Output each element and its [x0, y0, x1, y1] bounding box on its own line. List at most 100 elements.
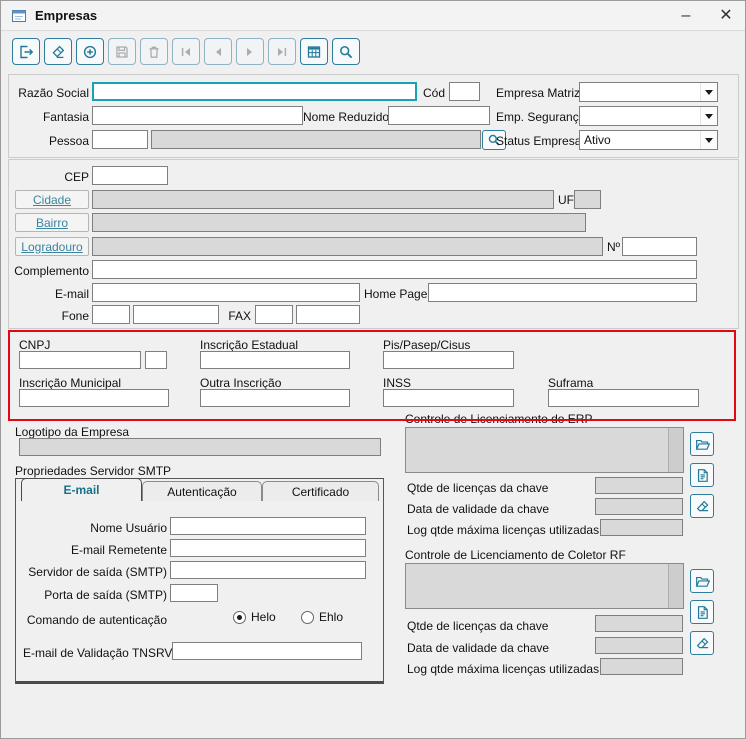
fone-numero-input[interactable] — [133, 305, 219, 324]
nome-usuario-label: Nome Usuário — [90, 521, 167, 535]
window-icon — [12, 9, 26, 22]
outra-inscricao-input[interactable] — [200, 389, 350, 407]
servidor-saida-label: Servidor de saída (SMTP) — [28, 565, 167, 579]
complemento-label: Complemento — [14, 264, 89, 278]
fax-label: FAX — [228, 309, 251, 323]
previous-icon — [216, 47, 221, 56]
trash-icon — [149, 46, 159, 58]
search-icon — [340, 45, 353, 58]
inss-input[interactable] — [383, 389, 514, 407]
rf-validade-field — [595, 637, 683, 654]
erp-qtde-label: Qtde de licenças da chave — [407, 481, 549, 495]
close-button[interactable]: ✕ — [717, 1, 735, 31]
pessoa-nome-field — [151, 130, 481, 149]
homepage-input[interactable] — [428, 283, 697, 302]
bairro-field — [92, 213, 586, 232]
bairro-lookup-button[interactable]: Bairro — [15, 213, 89, 232]
rf-open-file-button[interactable] — [690, 569, 714, 593]
radio-unselected-icon — [301, 610, 314, 624]
exit-button[interactable] — [12, 38, 40, 65]
minimize-button[interactable]: – — [677, 1, 695, 31]
email-remetente-input[interactable] — [170, 539, 366, 557]
pis-input[interactable] — [383, 351, 514, 369]
erp-clear-license-button[interactable] — [690, 494, 714, 518]
nome-reduzido-input[interactable] — [388, 106, 490, 125]
save-icon — [116, 45, 128, 58]
tab-certificado[interactable]: Certificado — [262, 481, 379, 501]
rf-license-key-box — [405, 563, 684, 609]
first-record-button[interactable] — [172, 38, 200, 65]
rf-validade-label: Data de validade da chave — [407, 641, 550, 655]
add-button[interactable] — [76, 38, 104, 65]
toolbar — [12, 38, 360, 65]
tab-email[interactable]: E-mail — [21, 478, 142, 501]
nome-usuario-input[interactable] — [170, 517, 366, 535]
email-input[interactable] — [92, 283, 360, 302]
email-validacao-input[interactable] — [172, 642, 362, 660]
next-icon — [247, 47, 252, 56]
title-bar: Empresas – ✕ — [1, 1, 745, 31]
razao-social-input[interactable] — [92, 82, 417, 101]
empresa-matriz-select[interactable] — [579, 82, 718, 102]
cep-label: CEP — [64, 170, 89, 184]
fone-label: Fone — [61, 309, 89, 323]
pessoa-codigo-input[interactable] — [92, 130, 148, 149]
fantasia-input[interactable] — [92, 106, 303, 125]
delete-button[interactable] — [140, 38, 168, 65]
cidade-field — [92, 190, 554, 209]
eraser-icon — [696, 500, 708, 511]
cnpj-digit-input[interactable] — [145, 351, 167, 369]
cidade-lookup-button[interactable]: Cidade — [15, 190, 89, 209]
folder-open-icon — [695, 576, 710, 587]
suframa-input[interactable] — [548, 389, 699, 407]
fone-ddd-input[interactable] — [92, 305, 130, 324]
grid-view-button[interactable] — [300, 38, 328, 65]
inscricao-municipal-input[interactable] — [19, 389, 169, 407]
inscricao-estadual-input[interactable] — [200, 351, 350, 369]
cnpj-input[interactable] — [19, 351, 141, 369]
uf-label: UF — [558, 193, 574, 207]
search-button[interactable] — [332, 38, 360, 65]
cod-input[interactable] — [449, 82, 480, 101]
rf-qtde-field — [595, 615, 683, 632]
fax-numero-input[interactable] — [296, 305, 360, 324]
complemento-input[interactable] — [92, 260, 697, 279]
rf-clear-license-button[interactable] — [690, 631, 714, 655]
erp-view-document-button[interactable] — [690, 463, 714, 487]
porta-saida-label: Porta de saída (SMTP) — [44, 588, 167, 602]
email-label: E-mail — [54, 287, 89, 301]
porta-saida-input[interactable] — [170, 584, 218, 602]
cep-input[interactable] — [92, 166, 168, 185]
erp-validade-field — [595, 498, 683, 515]
clear-button[interactable] — [44, 38, 72, 65]
rf-license-title: Controle de Licenciamento de Coletor RF — [405, 548, 626, 562]
last-record-button[interactable] — [268, 38, 296, 65]
tab-autenticacao[interactable]: Autenticação — [142, 481, 262, 501]
radio-helo[interactable]: Helo — [233, 610, 276, 624]
rf-view-document-button[interactable] — [690, 600, 714, 624]
status-empresa-select[interactable]: Ativo — [579, 130, 718, 150]
window-controls: – ✕ — [677, 1, 735, 31]
previous-record-button[interactable] — [204, 38, 232, 65]
numero-label: Nº — [607, 240, 621, 254]
homepage-label: Home Page — [364, 287, 428, 301]
nome-reduzido-label: Nome Reduzido — [303, 110, 390, 124]
logradouro-lookup-button[interactable]: Logradouro — [15, 237, 89, 256]
radio-helo-label: Helo — [251, 610, 276, 624]
save-button[interactable] — [108, 38, 136, 65]
erp-license-key-box — [405, 427, 684, 473]
fax-ddd-input[interactable] — [255, 305, 293, 324]
chevron-down-icon — [700, 107, 717, 125]
uf-field — [574, 190, 601, 209]
servidor-saida-input[interactable] — [170, 561, 366, 579]
chevron-down-icon — [700, 83, 717, 101]
scrollbar — [668, 564, 683, 608]
erp-qtde-field — [595, 477, 683, 494]
numero-input[interactable] — [622, 237, 697, 256]
next-record-button[interactable] — [236, 38, 264, 65]
erp-log-label: Log qtde máxima licenças utilizadas — [407, 523, 600, 537]
emp-seguranca-select[interactable] — [579, 106, 718, 126]
radio-ehlo[interactable]: Ehlo — [301, 610, 343, 624]
erp-open-file-button[interactable] — [690, 432, 714, 456]
last-icon — [278, 47, 287, 56]
